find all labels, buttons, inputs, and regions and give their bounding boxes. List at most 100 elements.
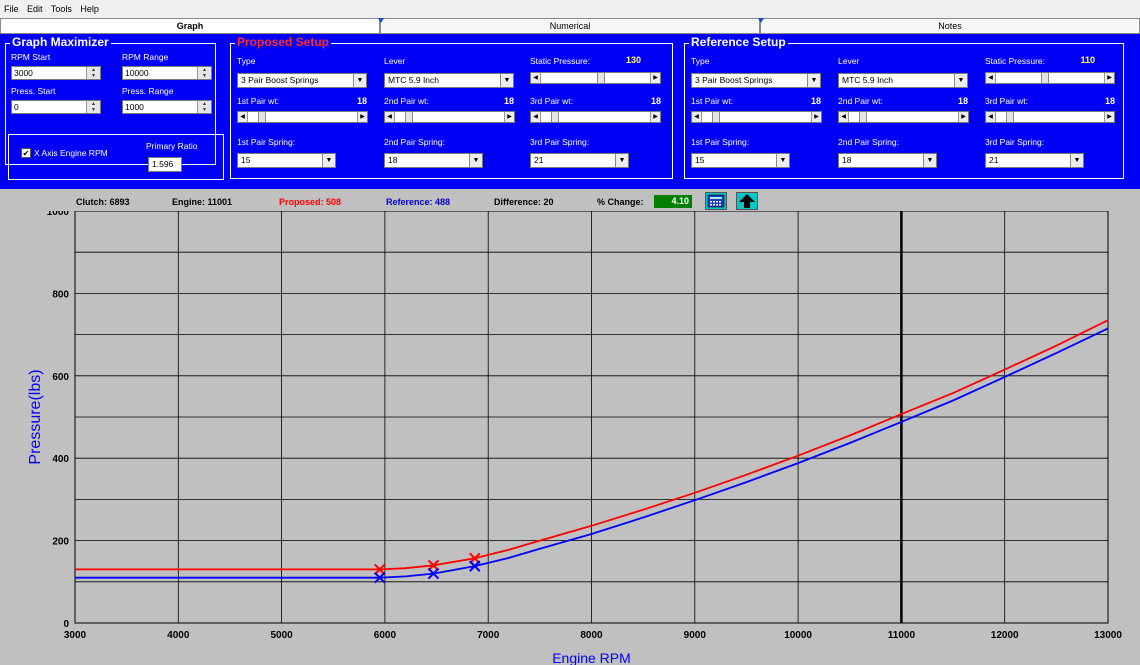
slider-right-arrow-icon[interactable]: ▶ bbox=[811, 112, 821, 122]
slider-right-arrow-icon[interactable]: ▶ bbox=[650, 73, 660, 83]
x-tick-label: 5000 bbox=[270, 630, 293, 641]
proposed-spring1-select[interactable]: 15 ▼ bbox=[237, 153, 336, 168]
slider-thumb[interactable] bbox=[1006, 112, 1014, 122]
dropdown-arrow-icon[interactable]: ▼ bbox=[322, 154, 335, 167]
reference-lever-value: MTC 5.9 Inch bbox=[842, 75, 894, 85]
dropdown-arrow-icon[interactable]: ▼ bbox=[923, 154, 936, 167]
slider-thumb[interactable] bbox=[258, 112, 267, 122]
tab-graph-label: Graph bbox=[176, 21, 204, 31]
x-axis-engine-rpm-checkbox[interactable]: ✔ bbox=[21, 148, 31, 158]
y-tick-label: 1000 bbox=[47, 211, 70, 218]
dropdown-arrow-icon[interactable]: ▼ bbox=[807, 74, 820, 87]
press-start-value: 0 bbox=[14, 102, 19, 112]
calculator-icon bbox=[707, 194, 725, 208]
menu-help[interactable]: Help bbox=[80, 4, 99, 14]
rpm-start-label: RPM Start bbox=[11, 52, 51, 62]
reference-lever-select[interactable]: MTC 5.9 Inch ▼ bbox=[838, 73, 968, 88]
dropdown-arrow-icon[interactable]: ▼ bbox=[469, 154, 482, 167]
reference-type-select[interactable]: 3 Pair Boost Springs ▼ bbox=[691, 73, 821, 88]
slider-left-arrow-icon[interactable]: ◀ bbox=[385, 112, 395, 122]
reference-pair3-slider[interactable]: ◀ ▶ bbox=[985, 111, 1115, 123]
proposed-pair2-wt-value: 18 bbox=[503, 96, 514, 106]
proposed-pair2-slider[interactable]: ◀ ▶ bbox=[384, 111, 515, 123]
reference-pair2-wt-value: 18 bbox=[957, 96, 968, 106]
x-tick-label: 8000 bbox=[580, 630, 603, 641]
slider-right-arrow-icon[interactable]: ▶ bbox=[1104, 73, 1114, 83]
proposed-pair3-slider[interactable]: ◀ ▶ bbox=[530, 111, 661, 123]
dropdown-arrow-icon[interactable]: ▼ bbox=[615, 154, 628, 167]
reference-spring2-value: 18 bbox=[842, 155, 852, 165]
spin-arrows-icon[interactable]: ▲ ▼ bbox=[197, 67, 211, 79]
slider-left-arrow-icon[interactable]: ◀ bbox=[839, 112, 849, 122]
slider-thumb[interactable] bbox=[551, 112, 560, 122]
dropdown-arrow-icon[interactable]: ▼ bbox=[1070, 154, 1083, 167]
primary-ratio-field[interactable]: 1.596 bbox=[148, 157, 182, 172]
spin-arrows-icon[interactable]: ▲ ▼ bbox=[86, 101, 100, 113]
slider-left-arrow-icon[interactable]: ◀ bbox=[986, 73, 996, 83]
slider-right-arrow-icon[interactable]: ▶ bbox=[1104, 112, 1114, 122]
menu-tools[interactable]: Tools bbox=[51, 4, 72, 14]
y-tick-label: 200 bbox=[52, 537, 69, 548]
x-tick-label: 6000 bbox=[374, 630, 397, 641]
menu-file[interactable]: File bbox=[4, 4, 19, 14]
proposed-pair3-wt-value: 18 bbox=[650, 96, 661, 106]
slider-left-arrow-icon[interactable]: ◀ bbox=[531, 73, 541, 83]
reference-spring3-select[interactable]: 21 ▼ bbox=[985, 153, 1084, 168]
slider-left-arrow-icon[interactable]: ◀ bbox=[986, 112, 996, 122]
slider-left-arrow-icon[interactable]: ◀ bbox=[692, 112, 702, 122]
proposed-type-select[interactable]: 3 Pair Boost Springs ▼ bbox=[237, 73, 367, 88]
slider-thumb[interactable] bbox=[859, 112, 868, 122]
proposed-lever-select[interactable]: MTC 5.9 Inch ▼ bbox=[384, 73, 514, 88]
slider-right-arrow-icon[interactable]: ▶ bbox=[650, 112, 660, 122]
dropdown-arrow-icon[interactable]: ▼ bbox=[954, 74, 967, 87]
slider-thumb[interactable] bbox=[405, 112, 414, 122]
proposed-spring2-label: 2nd Pair Spring: bbox=[384, 137, 445, 147]
proposed-static-slider[interactable]: ◀ ▶ bbox=[530, 72, 661, 84]
proposed-spring3-select[interactable]: 21 ▼ bbox=[530, 153, 629, 168]
tab-numerical-label: Numerical bbox=[549, 21, 591, 31]
reference-spring1-label: 1st Pair Spring: bbox=[691, 137, 750, 147]
slider-thumb[interactable] bbox=[712, 112, 721, 122]
reference-pair3-wt-value: 18 bbox=[1104, 96, 1115, 106]
reference-static-label: Static Pressure: bbox=[985, 56, 1045, 66]
y-tick-label: 400 bbox=[52, 454, 69, 465]
reference-pair1-slider[interactable]: ◀ ▶ bbox=[691, 111, 822, 123]
press-start-stepper[interactable]: 0 ▲ ▼ bbox=[11, 100, 101, 114]
reference-spring2-select[interactable]: 18 ▼ bbox=[838, 153, 937, 168]
reference-static-slider[interactable]: ◀ ▶ bbox=[985, 72, 1115, 84]
slider-right-arrow-icon[interactable]: ▶ bbox=[958, 112, 968, 122]
tab-graph[interactable]: Graph bbox=[0, 18, 380, 34]
slider-left-arrow-icon[interactable]: ◀ bbox=[531, 112, 541, 122]
menu-edit[interactable]: Edit bbox=[27, 4, 43, 14]
spin-arrows-icon[interactable]: ▲ ▼ bbox=[86, 67, 100, 79]
x-tick-label: 11000 bbox=[888, 630, 916, 641]
reference-spring3-label: 3rd Pair Spring: bbox=[985, 137, 1045, 147]
tab-strip: Graph Numerical Notes bbox=[0, 18, 1140, 34]
slider-left-arrow-icon[interactable]: ◀ bbox=[238, 112, 248, 122]
slider-thumb[interactable] bbox=[1041, 73, 1049, 83]
calculator-button[interactable] bbox=[705, 192, 727, 210]
reference-pair2-slider[interactable]: ◀ ▶ bbox=[838, 111, 969, 123]
pressure-chart[interactable]: 3000 4000 5000 6000 7000 8000 9000 10000 11000 12… bbox=[0, 211, 1140, 665]
tab-notes-label: Notes bbox=[938, 21, 962, 31]
reference-spring1-select[interactable]: 15 ▼ bbox=[691, 153, 790, 168]
slider-right-arrow-icon[interactable]: ▶ bbox=[357, 112, 367, 122]
status-readout: Clutch: 6893 Engine: 11001 Proposed: 508… bbox=[0, 189, 1140, 211]
rpm-range-stepper[interactable]: 10000 ▲ ▼ bbox=[122, 66, 212, 80]
press-range-stepper[interactable]: 1000 ▲ ▼ bbox=[122, 100, 212, 114]
dropdown-arrow-icon[interactable]: ▼ bbox=[353, 74, 366, 87]
slider-thumb[interactable] bbox=[596, 73, 605, 83]
dropdown-arrow-icon[interactable]: ▼ bbox=[500, 74, 513, 87]
slider-right-arrow-icon[interactable]: ▶ bbox=[504, 112, 514, 122]
spin-arrows-icon[interactable]: ▲ ▼ bbox=[197, 101, 211, 113]
x-tick-label: 3000 bbox=[64, 630, 87, 641]
proposed-spring2-select[interactable]: 18 ▼ bbox=[384, 153, 483, 168]
proposed-pair1-slider[interactable]: ◀ ▶ bbox=[237, 111, 368, 123]
tab-numerical[interactable]: Numerical bbox=[378, 18, 760, 34]
proposed-readout: Proposed: 508 bbox=[279, 197, 342, 207]
dropdown-arrow-icon[interactable]: ▼ bbox=[776, 154, 789, 167]
rpm-start-stepper[interactable]: 3000 ▲ ▼ bbox=[11, 66, 101, 80]
primary-ratio-label: Primary Ratio bbox=[146, 141, 198, 151]
tab-notes[interactable]: Notes bbox=[758, 18, 1140, 34]
up-arrow-button[interactable] bbox=[736, 192, 758, 210]
